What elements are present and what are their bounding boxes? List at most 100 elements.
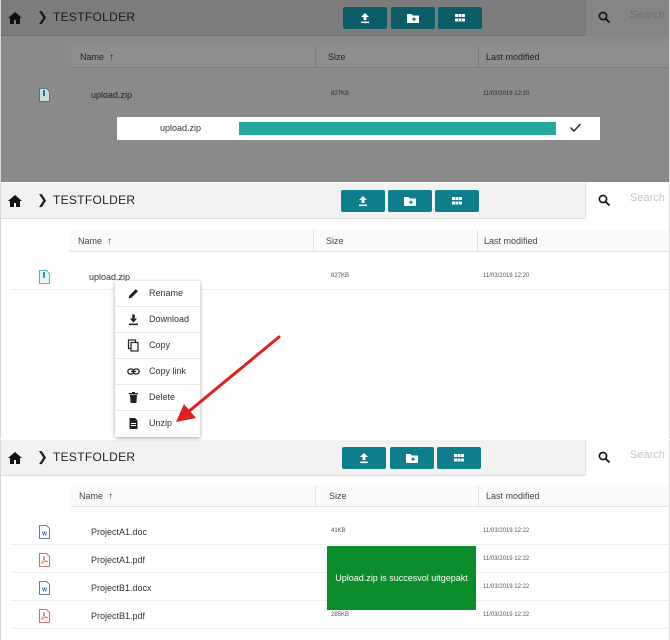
column-size[interactable]: Size	[328, 52, 346, 62]
column-size[interactable]: Size	[329, 491, 347, 501]
breadcrumb-folder[interactable]: TESTFOLDER	[53, 10, 135, 24]
file-modified: 11/03/2019 12:20	[483, 273, 530, 279]
menu-item-download[interactable]: Download	[115, 307, 200, 333]
zip-file-icon	[39, 88, 50, 102]
file-modified: 11/03/2019 12:22	[483, 556, 530, 562]
menu-item-rename[interactable]: Rename	[115, 281, 200, 307]
grid-view-button[interactable]	[437, 447, 481, 469]
trash-icon	[129, 392, 138, 403]
search-input[interactable]	[630, 9, 668, 21]
word-file-icon: W	[39, 525, 50, 539]
table-header: Name ↑ Size Last modified	[71, 46, 669, 68]
folder-plus-icon	[404, 197, 416, 206]
file-size: 285KB	[331, 612, 350, 618]
search-icon[interactable]	[598, 194, 611, 207]
breadcrumb-chevron-icon: ❯	[37, 192, 48, 207]
column-name[interactable]: Name ↑	[79, 491, 113, 502]
menu-item-label: Unzip	[149, 418, 173, 428]
upload-icon	[361, 13, 369, 24]
column-divider	[477, 230, 478, 252]
zip-file-icon	[39, 270, 50, 284]
table-row[interactable]: upload.zip 827KB 11/03/2019 12:20	[11, 264, 669, 290]
toolbar: ❯ TESTFOLDER	[1, 183, 669, 219]
progress-fill	[239, 122, 556, 135]
sort-arrow-icon: ↑	[109, 52, 115, 63]
column-last-modified[interactable]: Last modified	[486, 491, 540, 501]
column-size[interactable]: Size	[326, 236, 344, 246]
search-input[interactable]	[630, 192, 668, 204]
copy-icon	[127, 339, 139, 352]
word-file-icon: W	[39, 581, 50, 595]
menu-item-label: Rename	[149, 288, 184, 298]
unzip-result-panel: ❯ TESTFOLDER Name↑ Size Last modified W …	[0, 440, 670, 640]
file-icon	[129, 418, 138, 429]
column-divider	[315, 485, 316, 507]
breadcrumb-folder[interactable]: TESTFOLDER	[53, 193, 135, 207]
column-divider	[315, 46, 316, 68]
file-modified: 11/03/2019 12:22	[483, 584, 530, 590]
breadcrumb-folder[interactable]: TESTFOLDER	[53, 450, 135, 464]
search-input[interactable]	[630, 449, 668, 461]
table-row[interactable]: upload.zip 827KB 11/03/2019 12:20	[11, 82, 669, 108]
table-header: Name ↑ Size Last modified	[71, 485, 669, 507]
success-toast: Upload.zip is succesvol uitgepakt	[327, 546, 476, 610]
file-modified: 11/03/2019 12:22	[483, 528, 530, 534]
file-modified: 11/03/2019 12:22	[483, 612, 530, 618]
upload-button[interactable]	[341, 190, 385, 212]
grid-view-button[interactable]	[435, 190, 479, 212]
sort-arrow-icon: ↑	[107, 236, 113, 247]
column-name[interactable]: Name ↑	[78, 236, 112, 247]
file-size: 827KB	[331, 91, 350, 97]
search-box	[585, 183, 669, 219]
download-icon	[129, 314, 138, 326]
upload-progress: upload.zip	[117, 117, 600, 140]
search-icon[interactable]	[598, 451, 611, 464]
search-icon[interactable]	[598, 11, 611, 24]
column-last-modified[interactable]: Last modified	[484, 236, 538, 246]
table-header: Name ↑ Size Last modified	[69, 230, 669, 252]
new-folder-button[interactable]	[391, 7, 435, 29]
pencil-icon	[128, 289, 138, 299]
folder-plus-icon	[406, 454, 418, 463]
grid-icon	[454, 454, 464, 462]
new-folder-button[interactable]	[388, 190, 432, 212]
new-folder-button[interactable]	[390, 447, 434, 469]
grid-icon	[455, 14, 465, 22]
check-icon	[570, 123, 582, 133]
column-name[interactable]: Name ↑	[80, 52, 114, 63]
breadcrumb-chevron-icon: ❯	[37, 9, 48, 24]
grid-view-button[interactable]	[438, 7, 482, 29]
file-name: ProjectB1.docx	[91, 583, 152, 593]
annotation-arrow-icon	[176, 335, 281, 422]
breadcrumb-chevron-icon: ❯	[37, 449, 48, 464]
svg-text:W: W	[42, 532, 47, 538]
upload-button[interactable]	[343, 7, 387, 29]
grid-icon	[452, 197, 462, 205]
file-size: 827KB	[331, 273, 350, 279]
file-name: upload.zip	[91, 90, 133, 100]
search-box	[585, 440, 669, 476]
upload-filename: upload.zip	[160, 123, 202, 133]
column-divider	[478, 485, 479, 507]
file-size: 41KB	[331, 528, 346, 534]
home-icon[interactable]	[7, 10, 23, 26]
pdf-file-icon	[39, 553, 50, 567]
home-icon[interactable]	[7, 450, 23, 466]
upload-icon	[360, 453, 368, 464]
home-icon[interactable]	[7, 193, 23, 209]
search-box	[585, 0, 669, 36]
column-last-modified[interactable]: Last modified	[486, 52, 540, 62]
file-name: ProjectA1.doc	[91, 527, 148, 537]
upload-icon	[359, 196, 367, 207]
pdf-file-icon	[39, 609, 50, 623]
folder-plus-icon	[407, 14, 419, 23]
file-modified: 11/03/2019 12:20	[483, 91, 530, 97]
upload-button[interactable]	[342, 447, 386, 469]
svg-text:W: W	[42, 588, 47, 594]
progress-bar	[239, 122, 556, 135]
upload-panel: ❯ TESTFOLDER Name↑ Size Last modified up…	[0, 0, 670, 182]
column-divider	[478, 46, 479, 68]
context-menu-panel: ❯ TESTFOLDER Name↑ Size Last modified up…	[0, 183, 670, 439]
table-row[interactable]: W ProjectA1.doc 41KB 11/03/2019 12:22	[11, 519, 669, 545]
file-name: ProjectB1.pdf	[91, 611, 146, 621]
